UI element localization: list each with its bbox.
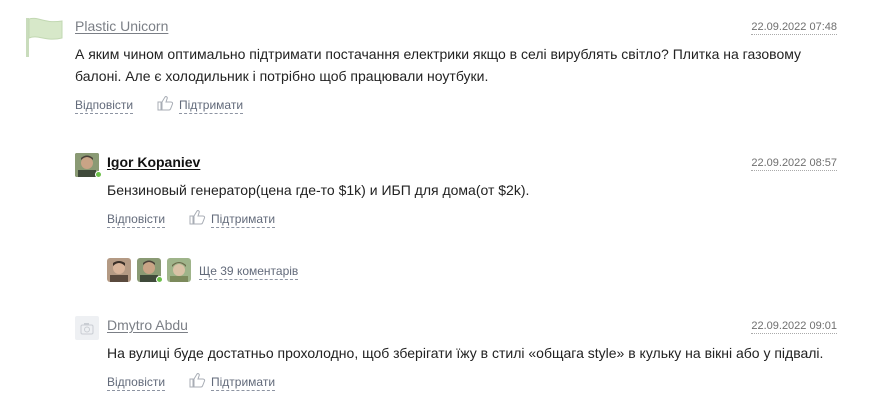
comment-text-line: На вулиці буде достатньо прохолодно, щоб… — [107, 345, 824, 361]
reply-avatar[interactable] — [107, 258, 131, 282]
reply-avatar[interactable] — [167, 258, 191, 282]
camera-icon — [80, 323, 94, 335]
comment-text-line: балоні. Але є холодильник і потрібно щоб… — [75, 68, 489, 84]
more-comments-link[interactable]: Ще 39 коментарів — [199, 264, 299, 280]
comment-text-line: Бензиновый генератор(цена где-то $1k) и … — [107, 182, 530, 198]
avatar[interactable] — [75, 316, 99, 340]
comment-date[interactable]: 22.09.2022 08:57 — [751, 157, 837, 171]
online-indicator — [95, 171, 102, 178]
thumb-up-icon[interactable] — [188, 209, 206, 225]
thumb-up-icon[interactable] — [156, 95, 174, 111]
comment-author[interactable]: Igor Kopaniev — [107, 154, 200, 170]
comment-date[interactable]: 22.09.2022 09:01 — [751, 320, 837, 334]
support-button[interactable]: Підтримати — [179, 98, 244, 114]
reply-button[interactable]: Відповісти — [75, 98, 134, 114]
online-indicator — [156, 276, 163, 283]
support-button[interactable]: Підтримати — [211, 212, 276, 228]
reply-button[interactable]: Відповісти — [107, 375, 166, 391]
support-button[interactable]: Підтримати — [211, 375, 276, 391]
comment-author[interactable]: Plastic Unicorn — [75, 18, 168, 34]
reply-button[interactable]: Відповісти — [107, 212, 166, 228]
comment-author[interactable]: Dmytro Abdu — [107, 317, 188, 333]
thumb-up-icon[interactable] — [188, 372, 206, 388]
comment-date[interactable]: 22.09.2022 07:48 — [751, 21, 837, 35]
flag-icon — [26, 17, 63, 57]
comment-text-line: А яким чином оптимально підтримати поста… — [75, 46, 802, 62]
